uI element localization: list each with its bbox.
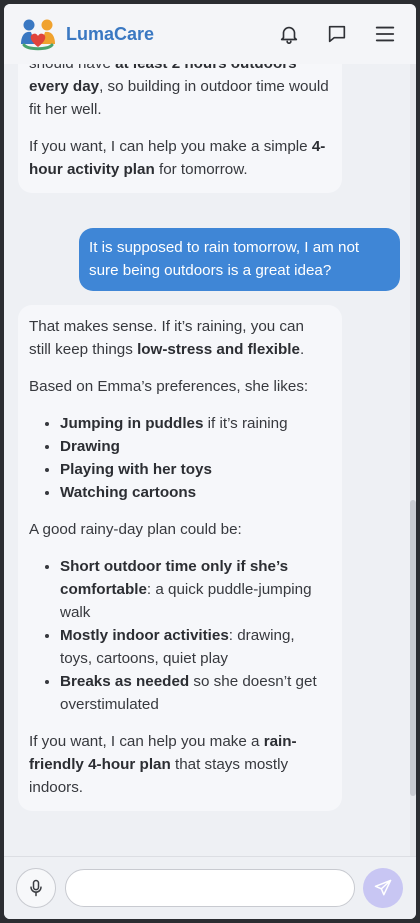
message-paragraph: If you want, I can help you make a simpl… [29,138,326,178]
user-message: It is supposed to rain tomorrow, I am no… [79,228,400,291]
list-item: Playing with her toys [60,458,330,481]
app-header: LumaCare [4,4,416,64]
app-window: LumaCare every day, so building in outdo… [4,4,416,919]
message-paragraph: Based on Emma’s preferences, she likes: [29,378,309,395]
list-item: Mostly indoor activities: drawing, toys,… [60,624,330,670]
notification-bell-icon[interactable] [276,21,302,47]
message-paragraph: should have at least 2 hours outdoors ev… [29,64,329,118]
send-button[interactable] [363,868,403,908]
list-item: Short outdoor time only if she’s comfort… [60,555,330,624]
plan-list: Short outdoor time only if she’s comfort… [29,555,330,716]
assistant-message: That makes sense. If it’s raining, you c… [18,305,342,811]
send-paper-plane-icon [374,879,392,896]
message-paragraph: If you want, I can help you make a rain-… [29,733,297,796]
microphone-icon [30,879,42,897]
list-item: Watching cartoons [60,481,330,504]
message-paragraph: A good rainy-day plan could be: [29,521,242,538]
hamburger-menu-icon[interactable] [372,21,398,47]
lumacare-logo [21,19,55,51]
microphone-button[interactable] [16,868,56,908]
message-input[interactable] [65,869,355,907]
list-item: Breaks as needed so she doesn’t get over… [60,670,330,716]
chat-thread[interactable]: should have at least 2 hours outdoors ev… [4,64,416,856]
scrollbar-thumb[interactable] [410,500,416,796]
message-composer [4,856,416,919]
message-paragraph: That makes sense. If it’s raining, you c… [29,318,305,358]
assistant-message: should have at least 2 hours outdoors ev… [18,64,342,193]
likes-list: Jumping in puddles if it’s raining Drawi… [29,412,330,504]
app-title: LumaCare [66,23,155,44]
list-item: Drawing [60,435,330,458]
chat-bubble-icon[interactable] [324,21,350,47]
list-item: Jumping in puddles if it’s raining [60,412,330,435]
